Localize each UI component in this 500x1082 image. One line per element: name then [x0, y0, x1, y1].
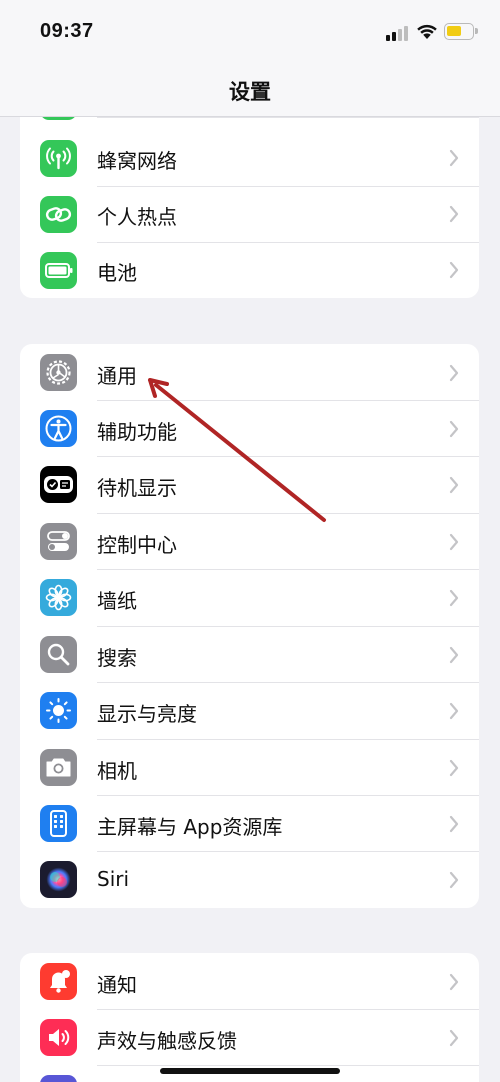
settings-row-accessibility[interactable]: 辅助功能 — [20, 400, 479, 456]
settings-row-label: 搜索 — [97, 646, 137, 670]
status-bar: 09:37 — [0, 0, 500, 62]
chevron-right-icon — [449, 702, 459, 720]
chevron-right-icon — [449, 149, 459, 167]
settings-row-sounds-haptics[interactable]: 声效与触感反馈 — [20, 1009, 479, 1065]
chevron-right-icon — [449, 364, 459, 382]
settings-row-label: 蜂窝网络 — [97, 149, 177, 173]
chevron-right-icon — [449, 1029, 459, 1047]
settings-group-notifications: 通知 声效与触感反馈 — [20, 953, 479, 1082]
settings-row-label: Siri — [97, 867, 130, 891]
chevron-right-icon — [449, 815, 459, 833]
settings-row-hotspot[interactable]: 个人热点 — [20, 186, 479, 242]
settings-row-notifications[interactable]: 通知 — [20, 953, 479, 1009]
chevron-right-icon — [449, 205, 459, 223]
sun-icon — [40, 692, 77, 729]
settings-row-cellular[interactable]: 蜂窝网络 — [20, 130, 479, 186]
settings-row-label: 墙纸 — [97, 589, 137, 613]
flower-icon — [40, 579, 77, 616]
settings-group-connectivity: 蜂窝网络 个人热点 电池 — [20, 117, 479, 298]
settings-row-search[interactable]: 搜索 — [20, 626, 479, 682]
home-screen-icon — [40, 805, 77, 842]
speaker-icon — [40, 1019, 77, 1056]
settings-row-label: 个人热点 — [97, 205, 177, 229]
chevron-right-icon — [449, 646, 459, 664]
settings-row-home-screen[interactable]: 主屏幕与 App资源库 — [20, 795, 479, 851]
settings-row-label: 主屏幕与 App资源库 — [97, 815, 283, 839]
magnifier-icon — [40, 636, 77, 673]
settings-group-general: 通用 辅助功能 待机显示 控制中心 墙纸 搜索 显示与亮度 相机 主屏幕与 Ap… — [20, 344, 479, 908]
standby-icon — [40, 466, 77, 503]
settings-row-label: 通用 — [97, 364, 137, 388]
camera-icon — [40, 749, 77, 786]
battery-level — [447, 26, 461, 36]
siri-icon — [40, 861, 77, 898]
chevron-right-icon — [449, 533, 459, 551]
settings-row-camera[interactable]: 相机 — [20, 739, 479, 795]
bell-icon — [40, 963, 77, 1000]
settings-row-label: 辅助功能 — [97, 420, 177, 444]
settings-row-label: 待机显示 — [97, 476, 177, 500]
partial-row-icon — [40, 117, 77, 120]
settings-row-siri[interactable]: Siri — [20, 851, 479, 907]
settings-row-label: 显示与亮度 — [97, 702, 197, 726]
settings-row-label: 控制中心 — [97, 533, 177, 557]
settings-row-battery[interactable]: 电池 — [20, 242, 479, 298]
battery-status-icon — [444, 23, 478, 40]
chain-link-icon — [40, 196, 77, 233]
toggles-icon — [40, 523, 77, 560]
settings-row-wallpaper[interactable]: 墙纸 — [20, 569, 479, 625]
settings-row-label: 相机 — [97, 759, 137, 783]
home-indicator[interactable] — [160, 1068, 340, 1074]
settings-row-display-brightness[interactable]: 显示与亮度 — [20, 682, 479, 738]
settings-row-label: 电池 — [97, 261, 137, 285]
settings-row-label: 声效与触感反馈 — [97, 1029, 237, 1053]
settings-row-control-center[interactable]: 控制中心 — [20, 513, 479, 569]
settings-row-standby[interactable]: 待机显示 — [20, 456, 479, 512]
status-time: 09:37 — [40, 20, 94, 42]
settings-row-label: 通知 — [97, 973, 137, 997]
chevron-right-icon — [449, 973, 459, 991]
chevron-right-icon — [449, 261, 459, 279]
wifi-icon — [416, 22, 438, 40]
page-title: 设置 — [229, 80, 271, 104]
gear-icon — [40, 354, 77, 391]
battery-icon — [40, 252, 77, 289]
chevron-right-icon — [449, 589, 459, 607]
partial-icon — [40, 1075, 77, 1082]
settings-row-general[interactable]: 通用 — [20, 344, 479, 400]
antenna-icon — [40, 140, 77, 177]
chevron-right-icon — [449, 759, 459, 777]
chevron-right-icon — [449, 476, 459, 494]
chevron-right-icon — [449, 420, 459, 438]
navigation-bar: 设置 — [0, 62, 500, 117]
cellular-signal-icon — [386, 25, 410, 41]
accessibility-person-icon — [40, 410, 77, 447]
chevron-right-icon — [449, 871, 459, 889]
